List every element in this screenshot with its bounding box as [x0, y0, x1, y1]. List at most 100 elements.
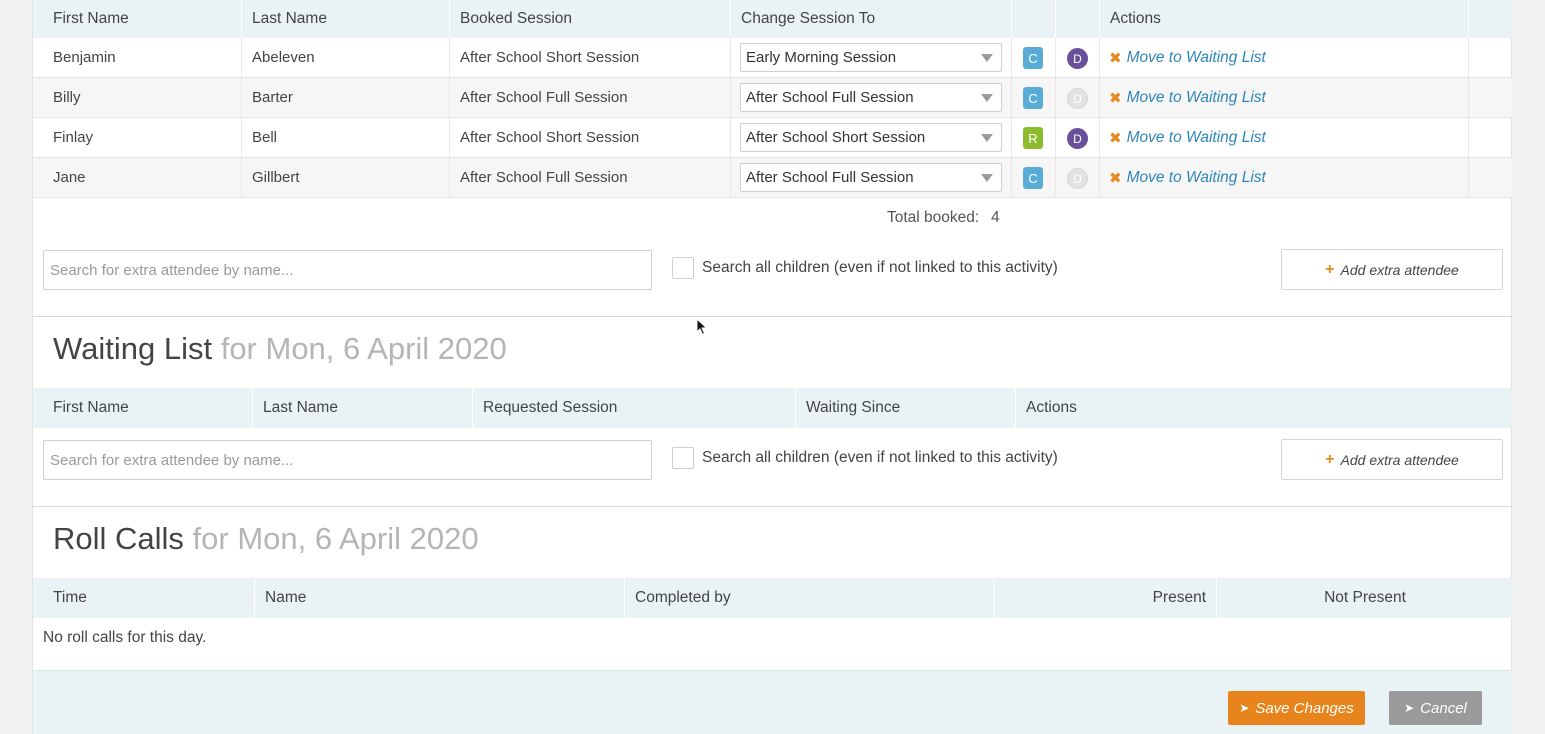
- row-booked-session: After School Short Session: [450, 118, 731, 157]
- search-input[interactable]: [43, 250, 652, 290]
- move-to-waiting-list-link[interactable]: ✖ Move to Waiting List: [1109, 158, 1266, 197]
- avatar: D: [1067, 88, 1088, 109]
- col-requested-session: Requested Session: [473, 388, 796, 428]
- select-value: After School Full Session: [746, 169, 914, 186]
- table-row: Finlay Bell After School Short Session A…: [33, 118, 1513, 158]
- waiting-table-header: First Name Last Name Requested Session W…: [33, 388, 1513, 428]
- title-main: Roll Calls: [53, 521, 184, 556]
- row-first-name: Finlay: [33, 118, 242, 157]
- search-all-label: Search all children (even if not linked …: [702, 449, 1058, 466]
- title-sub: for Mon, 6 April 2020: [192, 521, 479, 556]
- close-icon: ✖: [1109, 89, 1122, 107]
- action-label: Move to Waiting List: [1126, 168, 1266, 186]
- col-first-name: First Name: [33, 0, 242, 38]
- waiting-list-title: Waiting List for Mon, 6 April 2020: [53, 331, 507, 367]
- select-value: After School Short Session: [746, 129, 926, 146]
- col-waiting-since: Waiting Since: [796, 388, 1016, 428]
- booked-table-header: First Name Last Name Booked Session Chan…: [33, 0, 1513, 38]
- form-footer: ➤ Save Changes ➤ Cancel: [33, 670, 1513, 734]
- row-first-name: Benjamin: [33, 38, 242, 77]
- add-label: Add extra attendee: [1340, 451, 1459, 468]
- row-last-name: Abeleven: [242, 38, 450, 77]
- col-change-session: Change Session To: [731, 0, 1012, 38]
- waiting-search-all-checkbox[interactable]: [672, 447, 694, 469]
- status-badge: C: [1023, 167, 1043, 189]
- status-badge: C: [1023, 87, 1043, 109]
- chevron-right-icon: ➤: [1239, 701, 1250, 715]
- add-extra-attendee-button[interactable]: + Add extra attendee: [1281, 249, 1503, 290]
- move-to-waiting-list-link[interactable]: ✖ Move to Waiting List: [1109, 38, 1266, 77]
- avatar: D: [1067, 128, 1088, 149]
- change-session-select[interactable]: After School Full Session: [740, 83, 1002, 112]
- close-icon: ✖: [1109, 49, 1122, 67]
- change-session-select[interactable]: After School Short Session: [740, 123, 1002, 152]
- move-to-waiting-list-link[interactable]: ✖ Move to Waiting List: [1109, 78, 1266, 117]
- select-value: After School Full Session: [746, 89, 914, 106]
- table-row: Benjamin Abeleven After School Short Ses…: [33, 38, 1513, 78]
- table-row: Jane Gillbert After School Full Session …: [33, 158, 1513, 198]
- col-badge-2: [1056, 0, 1100, 38]
- row-first-name: Billy: [33, 78, 242, 117]
- change-session-select[interactable]: After School Full Session: [740, 163, 1002, 192]
- plus-icon: +: [1325, 260, 1335, 278]
- avatar: D: [1067, 168, 1088, 189]
- status-badge: R: [1023, 127, 1043, 149]
- save-label: Save Changes: [1255, 699, 1354, 717]
- select-value: Early Morning Session: [746, 49, 897, 66]
- change-session-select[interactable]: Early Morning Session: [740, 43, 1002, 72]
- table-row: Billy Barter After School Full Session A…: [33, 78, 1513, 118]
- action-label: Move to Waiting List: [1126, 48, 1266, 66]
- chevron-right-icon: ➤: [1404, 701, 1415, 715]
- mouse-cursor-icon: [696, 318, 708, 336]
- chevron-down-icon: [981, 94, 993, 102]
- col-extra: [1469, 0, 1513, 38]
- status-badge: C: [1023, 47, 1043, 69]
- save-changes-button[interactable]: ➤ Save Changes: [1228, 691, 1365, 725]
- title-main: Waiting List: [53, 331, 213, 366]
- col-name: Name: [255, 578, 625, 618]
- chevron-down-icon: [981, 174, 993, 182]
- roll-calls-table-header: Time Name Completed by Present Not Prese…: [33, 578, 1513, 618]
- chevron-down-icon: [981, 54, 993, 62]
- cancel-label: Cancel: [1420, 699, 1467, 717]
- action-label: Move to Waiting List: [1126, 128, 1266, 146]
- avatar: D: [1067, 48, 1088, 69]
- waiting-add-extra-attendee-button[interactable]: + Add extra attendee: [1281, 439, 1503, 480]
- row-last-name: Gillbert: [242, 158, 450, 197]
- col-last-name: Last Name: [253, 388, 473, 428]
- cancel-button[interactable]: ➤ Cancel: [1389, 691, 1482, 725]
- search-all-checkbox[interactable]: [672, 257, 694, 279]
- total-booked-label: Total booked:: [887, 209, 980, 226]
- add-label: Add extra attendee: [1340, 261, 1459, 278]
- close-icon: ✖: [1109, 129, 1122, 147]
- action-label: Move to Waiting List: [1126, 88, 1266, 106]
- title-sub: for Mon, 6 April 2020: [220, 331, 507, 366]
- row-booked-session: After School Full Session: [450, 78, 731, 117]
- close-icon: ✖: [1109, 169, 1122, 187]
- chevron-down-icon: [981, 134, 993, 142]
- col-first-name: First Name: [33, 388, 253, 428]
- roll-calls-empty-message: No roll calls for this day.: [43, 629, 207, 646]
- col-time: Time: [33, 578, 255, 618]
- row-last-name: Bell: [242, 118, 450, 157]
- col-not-present: Not Present: [1324, 589, 1406, 606]
- roll-calls-title: Roll Calls for Mon, 6 April 2020: [53, 521, 479, 557]
- plus-icon: +: [1325, 450, 1335, 468]
- row-first-name: Jane: [33, 158, 242, 197]
- col-booked-session: Booked Session: [450, 0, 731, 38]
- col-present: Present: [995, 578, 1217, 618]
- total-booked-value: 4: [991, 209, 1000, 226]
- divider: [33, 316, 1513, 317]
- row-last-name: Barter: [242, 78, 450, 117]
- col-actions: Actions: [1026, 399, 1077, 416]
- col-actions: Actions: [1100, 0, 1469, 38]
- search-all-label: Search all children (even if not linked …: [702, 259, 1058, 276]
- col-last-name: Last Name: [242, 0, 450, 38]
- row-booked-session: After School Full Session: [450, 158, 731, 197]
- col-badge-1: [1012, 0, 1056, 38]
- move-to-waiting-list-link[interactable]: ✖ Move to Waiting List: [1109, 118, 1266, 157]
- divider: [33, 506, 1513, 507]
- row-booked-session: After School Short Session: [450, 38, 731, 77]
- col-completed-by: Completed by: [625, 578, 995, 618]
- waiting-search-input[interactable]: [43, 440, 652, 480]
